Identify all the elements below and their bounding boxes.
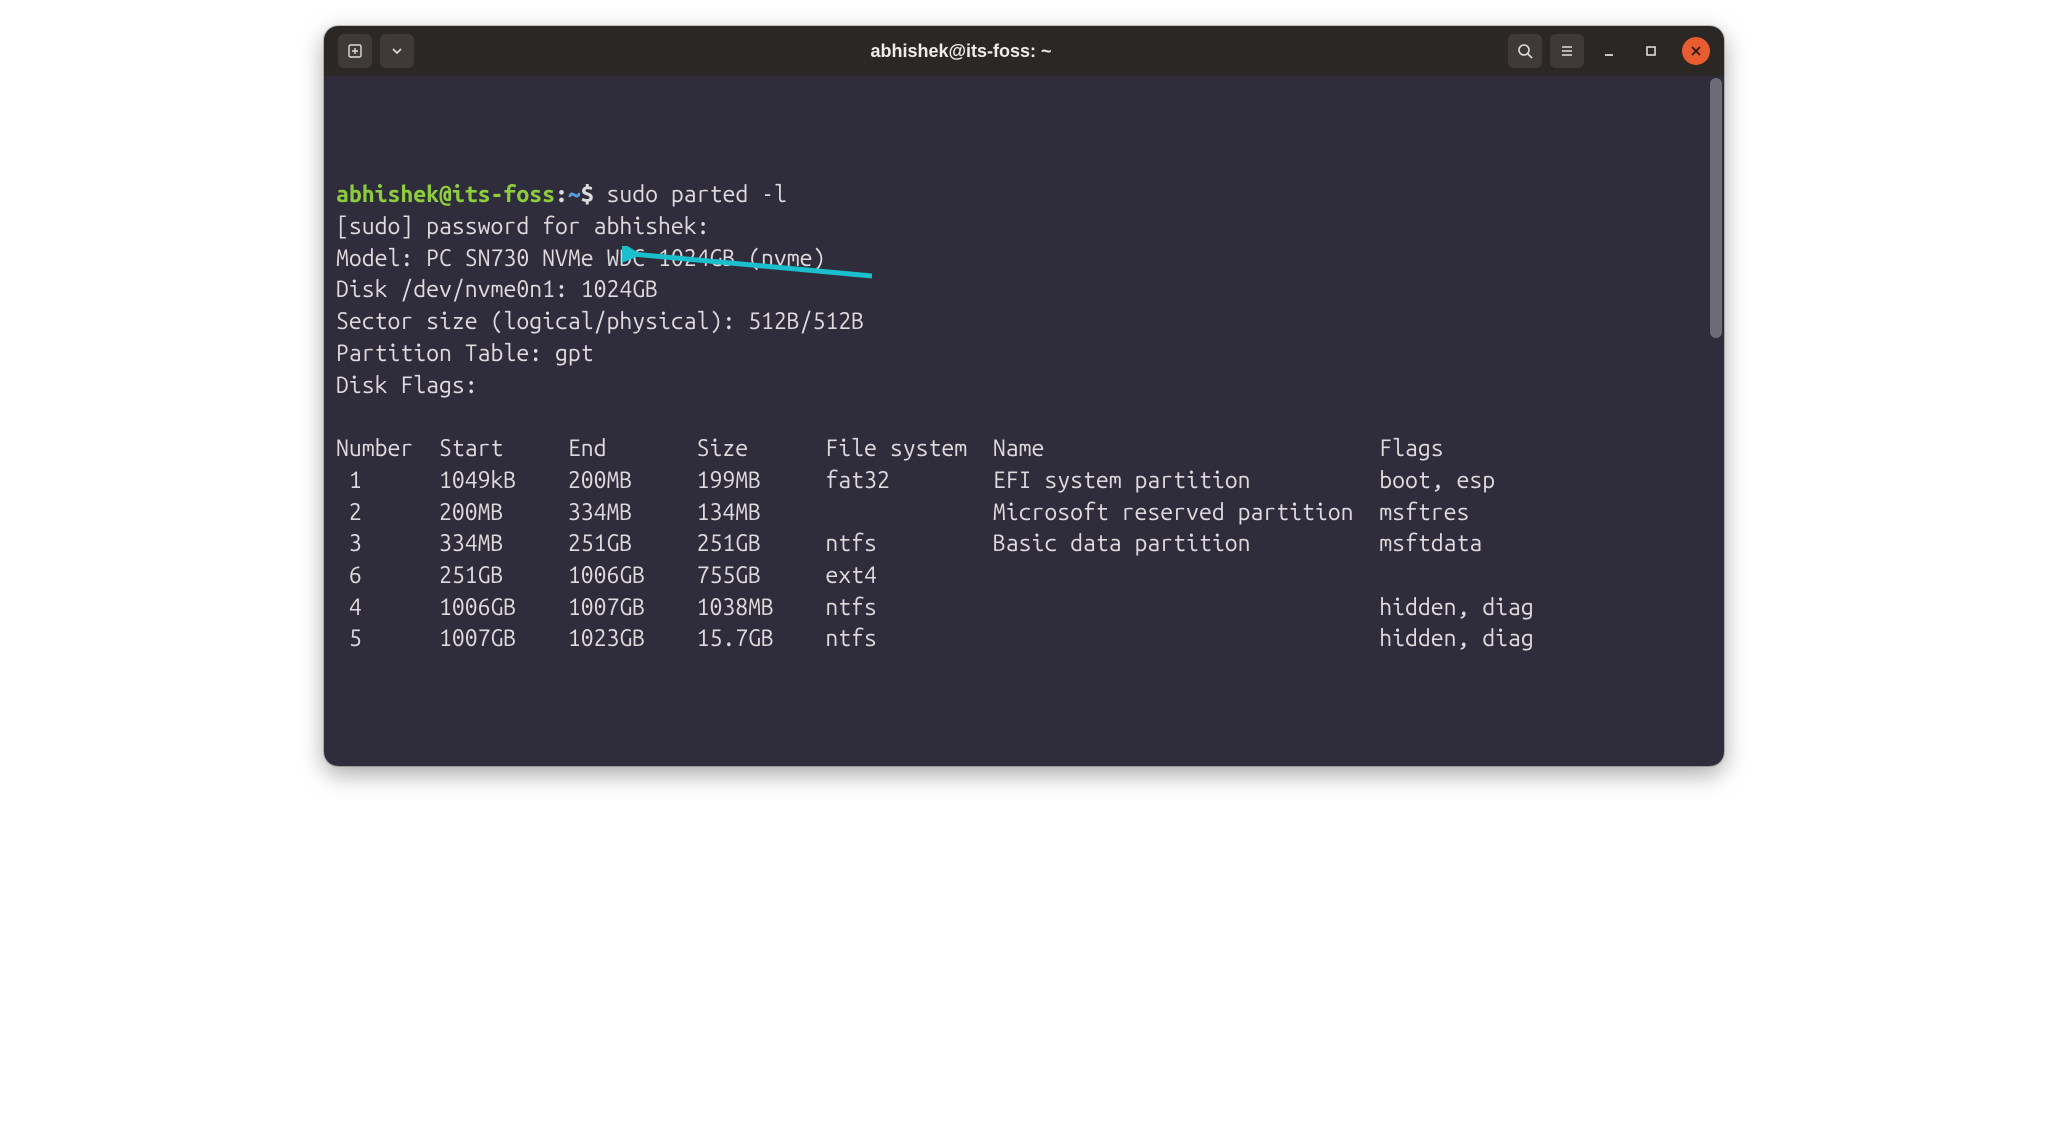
minimize-button[interactable] (1592, 34, 1626, 68)
cell-flags: hidden, diag (1379, 623, 1534, 655)
cell-start: 1006GB (439, 592, 568, 624)
cell-flags: boot, esp (1379, 465, 1495, 497)
cell-name: EFI system partition (993, 465, 1379, 497)
col-fs: File system (825, 433, 992, 465)
cell-flags: msftdata (1379, 528, 1482, 560)
cell-flags: hidden, diag (1379, 592, 1534, 624)
maximize-button[interactable] (1634, 34, 1668, 68)
search-button[interactable] (1508, 34, 1542, 68)
cell-end: 334MB (568, 497, 697, 529)
cell-number: 2 (336, 497, 439, 529)
col-start: Start (439, 433, 568, 465)
table-row: 2200MB334MB134MBMicrosoft reserved parti… (336, 500, 1469, 525)
cell-number: 5 (336, 623, 439, 655)
cell-flags: msftres (1379, 497, 1469, 529)
ptable-value: gpt (555, 341, 594, 366)
cell-number: 1 (336, 465, 439, 497)
cell-fs: ntfs (825, 592, 992, 624)
table-row: 51007GB1023GB15.7GBntfshidden, diag (336, 626, 1534, 651)
output-sudo-line: [sudo] password for abhishek: (336, 214, 722, 239)
table-row: 6251GB1006GB755GBext4 (336, 563, 1379, 588)
output-model-line: Model: PC SN730 NVMe WDC 1024GB (nvme) (336, 246, 825, 271)
window-title: abhishek@its-foss: ~ (422, 41, 1500, 62)
output-sector-line: Sector size (logical/physical): 512B/512… (336, 309, 864, 334)
prompt-symbol: $ (581, 182, 594, 207)
cell-name: Basic data partition (993, 528, 1379, 560)
cell-size: 134MB (697, 497, 826, 529)
table-row: 11049kB200MB199MBfat32EFI system partiti… (336, 468, 1495, 493)
table-row: 3334MB251GB251GBntfsBasic data partition… (336, 531, 1482, 556)
tab-menu-button[interactable] (380, 34, 414, 68)
cell-end: 1007GB (568, 592, 697, 624)
hamburger-menu-button[interactable] (1550, 34, 1584, 68)
cell-size: 199MB (697, 465, 826, 497)
cell-fs: ext4 (825, 560, 992, 592)
cell-end: 251GB (568, 528, 697, 560)
titlebar[interactable]: abhishek@its-foss: ~ (324, 26, 1724, 76)
cell-size: 15.7GB (697, 623, 826, 655)
prompt-path: ~ (568, 182, 581, 207)
cell-name: Microsoft reserved partition (993, 497, 1379, 529)
command-text: sudo parted -l (607, 182, 787, 207)
cell-fs: ntfs (825, 623, 992, 655)
output-flags-line: Disk Flags: (336, 373, 491, 398)
cell-fs: ntfs (825, 528, 992, 560)
table-row: 41006GB1007GB1038MBntfshidden, diag (336, 595, 1534, 620)
cell-start: 251GB (439, 560, 568, 592)
prompt-sep: : (555, 182, 568, 207)
terminal-viewport[interactable]: abhishek@its-foss:~$ sudo parted -l [sud… (324, 76, 1724, 766)
cell-start: 1007GB (439, 623, 568, 655)
prompt-user-host: abhishek@its-foss (336, 182, 555, 207)
output-ptable-line: Partition Table: gpt (336, 341, 594, 366)
cell-number: 4 (336, 592, 439, 624)
col-flags: Flags (1379, 433, 1443, 465)
output-disk-line: Disk /dev/nvme0n1: 1024GB (336, 277, 658, 302)
table-header: NumberStartEndSizeFile systemNameFlags (336, 436, 1444, 461)
new-tab-button[interactable] (338, 34, 372, 68)
cell-number: 6 (336, 560, 439, 592)
col-name: Name (993, 433, 1379, 465)
col-end: End (568, 433, 697, 465)
cell-size: 1038MB (697, 592, 826, 624)
cell-start: 334MB (439, 528, 568, 560)
prompt-line-1: abhishek@its-foss:~$ sudo parted -l (336, 182, 787, 207)
cell-number: 3 (336, 528, 439, 560)
cell-end: 200MB (568, 465, 697, 497)
cell-size: 755GB (697, 560, 826, 592)
terminal-window: abhishek@its-foss: ~ (324, 26, 1724, 766)
cell-start: 1049kB (439, 465, 568, 497)
cell-end: 1006GB (568, 560, 697, 592)
close-button[interactable] (1682, 37, 1710, 65)
cell-fs: fat32 (825, 465, 992, 497)
scrollbar-thumb[interactable] (1710, 78, 1722, 338)
col-number: Number (336, 433, 439, 465)
cell-start: 200MB (439, 497, 568, 529)
cell-end: 1023GB (568, 623, 697, 655)
ptable-label: Partition Table: (336, 341, 555, 366)
col-size: Size (697, 433, 826, 465)
cell-size: 251GB (697, 528, 826, 560)
